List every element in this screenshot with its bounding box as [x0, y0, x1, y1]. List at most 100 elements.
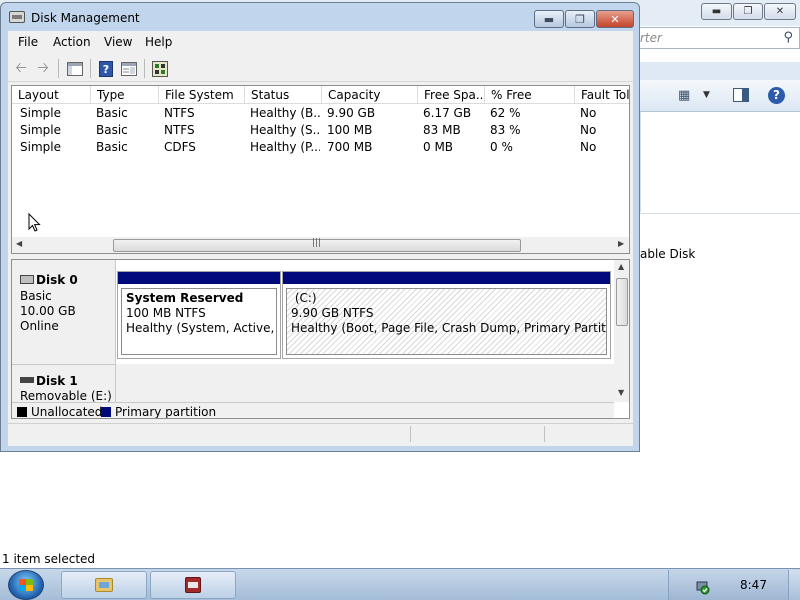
cell-percent-free: 83 % — [490, 123, 521, 137]
cell-capacity: 9.90 GB — [327, 106, 376, 120]
taskbar: 8:47 — [0, 568, 800, 600]
vertical-scrollbar[interactable]: ▲ ▼ — [614, 260, 629, 402]
legend-swatch-unallocated — [17, 407, 27, 417]
disk-1-name: Disk 1 — [20, 374, 78, 388]
status-bar — [8, 423, 633, 444]
back-arrow-icon[interactable]: 🡠 — [12, 60, 30, 77]
menu-help[interactable]: Help — [145, 35, 172, 49]
scroll-up-icon[interactable]: ▲ — [618, 262, 624, 271]
menu-action[interactable]: Action — [53, 35, 91, 49]
partition-size: 9.90 GB NTFS — [291, 306, 374, 320]
cell-percent-free: 62 % — [490, 106, 521, 120]
partition-bar — [118, 272, 280, 284]
cell-capacity: 100 MB — [327, 123, 373, 137]
cell-fault-tolerance: No — [580, 123, 597, 137]
cell-status: Healthy (P... — [250, 140, 320, 154]
disk-0-size: 10.00 GB — [20, 304, 76, 318]
column-header-free-space[interactable]: Free Spa... — [418, 86, 485, 104]
scrollbar-thumb[interactable] — [616, 278, 628, 326]
properties-icon[interactable] — [120, 60, 138, 77]
console-tree-icon[interactable] — [66, 60, 84, 77]
disk-1-label[interactable]: Disk 1 Removable (E:) — [12, 364, 116, 403]
column-header-capacity[interactable]: Capacity — [322, 86, 418, 104]
help-book-icon[interactable]: ? — [97, 60, 115, 77]
settings-icon[interactable] — [151, 60, 169, 77]
partition-system-reserved[interactable]: System Reserved 100 MB NTFS Healthy (Sys… — [117, 271, 281, 359]
cell-fault-tolerance: No — [580, 140, 597, 154]
usb-safely-remove-icon[interactable] — [695, 579, 711, 595]
scroll-down-icon[interactable]: ▼ — [618, 388, 624, 397]
partition-name: (C:) — [291, 291, 602, 306]
legend: Unallocated Primary partition — [12, 402, 614, 419]
svg-text:?: ? — [103, 63, 109, 76]
cell-layout: Simple — [20, 123, 61, 137]
status-separator — [544, 426, 545, 442]
divider — [640, 112, 641, 212]
partition-body: System Reserved 100 MB NTFS Healthy (Sys… — [121, 288, 277, 355]
bg-minimize-button[interactable]: ▬ — [701, 3, 732, 20]
mouse-cursor-icon — [28, 212, 41, 236]
column-header-fault-tolerance[interactable]: Fault Tole — [575, 86, 629, 104]
bg-close-button[interactable]: ✕ — [764, 3, 796, 20]
column-header-percent-free[interactable]: % Free — [485, 86, 575, 104]
menu-view[interactable]: View — [104, 35, 132, 49]
disk-management-icon — [9, 11, 25, 23]
disk-0-label[interactable]: Disk 0 Basic 10.00 GB Online — [12, 260, 116, 364]
taskbar-disk-management-button[interactable] — [150, 571, 236, 599]
partition-status: Healthy (Boot, Page File, Crash Dump, Pr… — [291, 321, 607, 335]
toolbar-separator — [90, 59, 91, 78]
search-input[interactable]: rter ⚲ — [637, 27, 800, 49]
legend-label-unallocated: Unallocated — [31, 405, 103, 419]
removable-disk-icon — [20, 377, 34, 383]
preview-pane-icon[interactable] — [733, 88, 749, 102]
views-icon[interactable]: ▦ — [678, 88, 690, 103]
column-header-type[interactable]: Type — [91, 86, 159, 104]
search-placeholder: rter — [640, 31, 662, 45]
window-client-area: File Action View Help 🡠 🡢 ? Layout Type … — [8, 31, 633, 446]
disk-1-type: Removable (E:) — [20, 389, 112, 403]
start-icon[interactable] — [8, 570, 44, 600]
cell-free-space: 6.17 GB — [423, 106, 472, 120]
partition-body: (C:) 9.90 GB NTFS Healthy (Boot, Page Fi… — [286, 288, 607, 355]
search-icon[interactable]: ⚲ — [783, 30, 793, 45]
horizontal-scrollbar[interactable]: ◀ ||| ▶ — [11, 237, 630, 254]
scroll-right-icon[interactable]: ▶ — [618, 239, 624, 248]
background-status-bar: 1 item selected — [0, 552, 800, 568]
help-icon[interactable]: ? — [768, 87, 785, 104]
toolbar-separator — [144, 59, 145, 78]
partition-c-drive[interactable]: (C:) 9.90 GB NTFS Healthy (Boot, Page Fi… — [282, 271, 611, 359]
taskbar-explorer-button[interactable] — [61, 571, 147, 599]
minimize-button[interactable]: ▬ — [534, 10, 564, 28]
removable-disk-label[interactable]: able Disk — [640, 247, 695, 261]
disk-1-area[interactable] — [116, 364, 614, 404]
partition-status: Healthy (System, Active, Prir — [126, 321, 276, 335]
forward-arrow-icon[interactable]: 🡢 — [34, 60, 52, 77]
scroll-left-icon[interactable]: ◀ — [16, 239, 22, 248]
toolbar-separator — [58, 59, 59, 78]
menu-file[interactable]: File — [18, 35, 38, 49]
volume-list[interactable]: Layout Type File System Status Capacity … — [11, 85, 630, 254]
clock[interactable]: 8:47 — [740, 578, 767, 592]
close-button[interactable]: ✕ — [596, 10, 634, 28]
partition-name: System Reserved — [126, 291, 244, 305]
scrollbar-thumb[interactable]: ||| — [113, 238, 521, 252]
window-titlebar[interactable]: Disk Management ▬ ❐ ✕ — [1, 3, 639, 31]
disk-1-name-text: Disk 1 — [36, 374, 78, 388]
cell-free-space: 83 MB — [423, 123, 461, 137]
cell-capacity: 700 MB — [327, 140, 373, 154]
cell-layout: Simple — [20, 106, 61, 120]
show-desktop-button[interactable] — [788, 570, 800, 600]
cell-layout: Simple — [20, 140, 61, 154]
chevron-down-icon[interactable]: ▼ — [703, 90, 710, 100]
column-header-layout[interactable]: Layout — [12, 86, 91, 104]
column-header-file-system[interactable]: File System — [159, 86, 245, 104]
bg-maximize-button[interactable]: ❐ — [733, 3, 763, 20]
column-header-status[interactable]: Status — [245, 86, 322, 104]
partition-size: 100 MB NTFS — [126, 306, 206, 320]
cell-free-space: 0 MB — [423, 140, 454, 154]
cell-type: Basic — [96, 123, 128, 137]
status-text: 1 item selected — [2, 552, 96, 566]
disk-0-type: Basic — [20, 289, 52, 303]
maximize-button[interactable]: ❐ — [565, 10, 595, 28]
cell-file-system: CDFS — [164, 140, 196, 154]
